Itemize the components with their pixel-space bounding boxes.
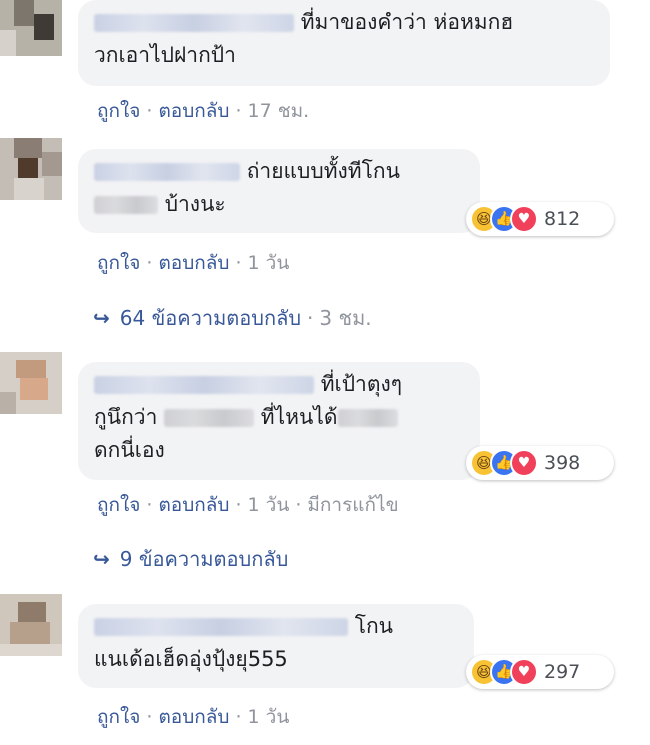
- separator: ·: [146, 252, 153, 274]
- separator: ·: [295, 494, 302, 516]
- comment-bubble: โกน แนเด้อเฮ็ดอุ่งปุ้งยุ555: [78, 604, 474, 688]
- reply-link[interactable]: ตอบกลับ: [158, 494, 229, 516]
- like-link[interactable]: ถูกใจ: [97, 706, 140, 728]
- comment-actions: ถูกใจ · ตอบกลับ · 1 วัน: [97, 702, 289, 732]
- love-reaction-icon: ♥: [510, 658, 538, 686]
- edited-label[interactable]: มีการแก้ไข: [307, 494, 398, 516]
- separator: ·: [235, 494, 242, 516]
- comment-text: แนเด้อเฮ็ดอุ่งปุ้งยุ555: [94, 647, 288, 671]
- comment-text: กูนึกว่า: [94, 405, 158, 429]
- comment-text: บ้างนะ: [164, 192, 226, 216]
- reaction-count: 297: [544, 661, 581, 683]
- blurred-word: [337, 409, 398, 427]
- reply-link[interactable]: ตอบกลับ: [158, 252, 229, 274]
- timestamp[interactable]: 1 วัน: [248, 494, 290, 516]
- comment-text: โกน: [354, 614, 394, 638]
- comment-actions: ถูกใจ · ตอบกลับ · 17 ชม.: [97, 96, 309, 126]
- blurred-name[interactable]: [94, 376, 314, 394]
- reaction-count: 398: [544, 452, 581, 474]
- blurred-name[interactable]: [94, 14, 294, 32]
- separator: ·: [146, 494, 153, 516]
- comment-bubble: ถ่ายแบบทั้งทีโกน บ้างนะ: [78, 149, 480, 233]
- avatar[interactable]: [0, 0, 62, 56]
- blurred-name[interactable]: [94, 163, 240, 181]
- avatar[interactable]: [0, 352, 62, 414]
- separator: ·: [235, 706, 242, 728]
- view-replies-link[interactable]: ↪ 9 ข้อความตอบกลับ: [93, 543, 288, 575]
- comment-actions: ถูกใจ · ตอบกลับ · 1 วัน: [97, 248, 289, 278]
- reply-arrow-icon: ↪: [93, 306, 110, 330]
- view-replies-link[interactable]: ↪ 64 ข้อความตอบกลับ · 3 ชม.: [93, 302, 372, 334]
- timestamp[interactable]: 1 วัน: [248, 706, 290, 728]
- replies-time: 3 ชม.: [319, 306, 372, 330]
- blurred-word: [94, 196, 158, 214]
- blurred-word: [164, 409, 255, 427]
- comment-bubble: ที่มาของคำว่า ห่อหมกฮ วกเอาไปฝากป้า: [78, 0, 610, 86]
- separator: ·: [235, 100, 242, 122]
- comment-text: ถ่ายแบบทั้งทีโกน: [246, 159, 400, 183]
- comment-text: วกเอาไปฝากป้า: [94, 43, 236, 67]
- reaction-summary[interactable]: 😆 👍 ♥ 812: [466, 202, 614, 236]
- separator: ·: [146, 706, 153, 728]
- reply-link[interactable]: ตอบกลับ: [158, 706, 229, 728]
- replies-count: 9 ข้อความตอบกลับ: [119, 547, 289, 571]
- avatar[interactable]: [0, 594, 62, 656]
- comment-actions: ถูกใจ · ตอบกลับ · 1 วัน · มีการแก้ไข: [97, 490, 399, 520]
- timestamp[interactable]: 17 ชม.: [248, 100, 310, 122]
- love-reaction-icon: ♥: [510, 449, 538, 477]
- comment-text: ที่มาของคำว่า ห่อหมกฮ: [300, 10, 514, 34]
- comment-text: ที่ไหนได้: [260, 405, 338, 429]
- reaction-count: 812: [544, 208, 581, 230]
- separator: ·: [307, 306, 314, 330]
- replies-count: 64 ข้อความตอบกลับ: [119, 306, 302, 330]
- like-link[interactable]: ถูกใจ: [97, 100, 140, 122]
- reaction-summary[interactable]: 😆 👍 ♥ 398: [466, 446, 614, 480]
- like-link[interactable]: ถูกใจ: [97, 494, 140, 516]
- comment-text: ดกนี่เอง: [94, 438, 165, 462]
- avatar[interactable]: [0, 138, 62, 200]
- blurred-name[interactable]: [94, 618, 348, 636]
- like-link[interactable]: ถูกใจ: [97, 252, 140, 274]
- separator: ·: [235, 252, 242, 274]
- reply-arrow-icon: ↪: [93, 547, 110, 571]
- love-reaction-icon: ♥: [510, 205, 538, 233]
- comment-text: ที่เป้าตุงๆ: [320, 372, 403, 396]
- reaction-summary[interactable]: 😆 👍 ♥ 297: [466, 655, 614, 689]
- separator: ·: [146, 100, 153, 122]
- reply-link[interactable]: ตอบกลับ: [158, 100, 229, 122]
- timestamp[interactable]: 1 วัน: [248, 252, 290, 274]
- comment-bubble: ที่เป้าตุงๆ กูนึกว่า ที่ไหนได้ ดกนี่เอง: [78, 362, 480, 480]
